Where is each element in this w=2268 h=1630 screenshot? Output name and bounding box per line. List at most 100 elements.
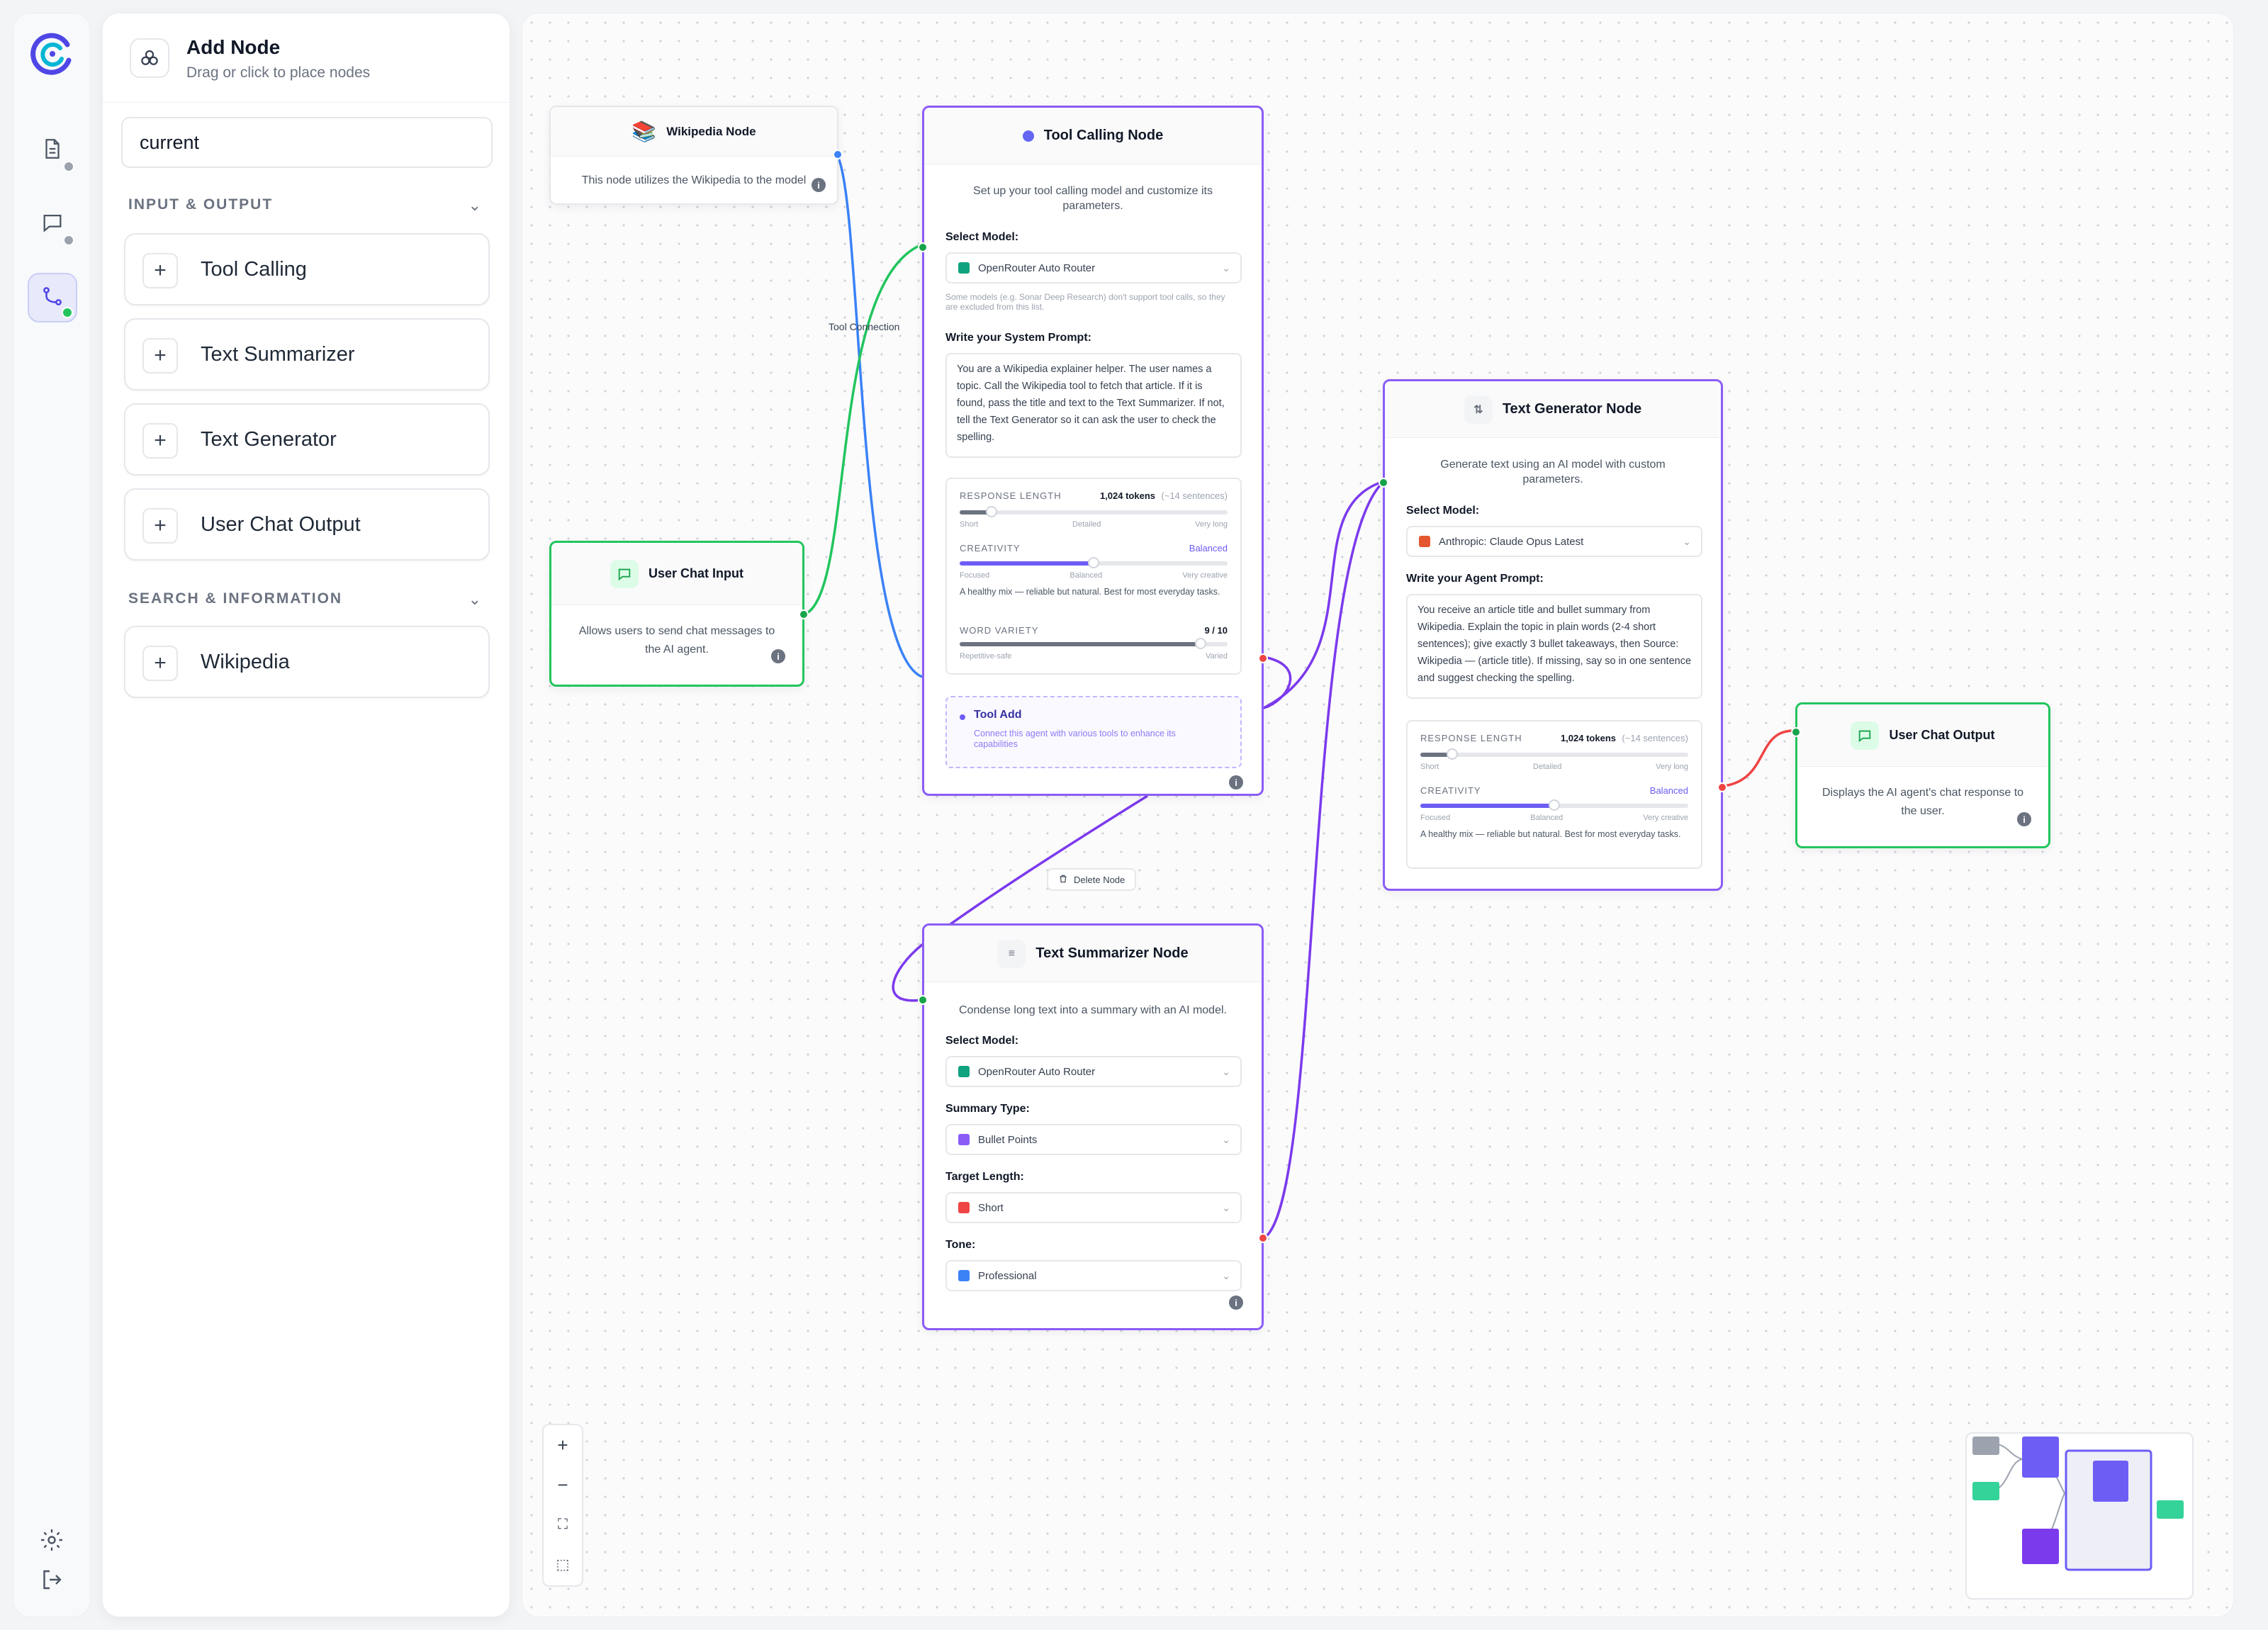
delete-node-button[interactable]: Delete Node: [1047, 868, 1137, 891]
info-icon[interactable]: i: [771, 649, 785, 663]
chat-icon: [610, 559, 639, 588]
plus-icon: +: [142, 508, 178, 544]
slider-ticks: Short Detailed Very long: [960, 520, 1228, 529]
input-handle[interactable]: [1791, 727, 1801, 737]
status-dot: [63, 235, 74, 246]
node-header: User Chat Input: [551, 543, 802, 605]
slider-label: RESPONSE LENGTH: [960, 490, 1062, 501]
node-header: 📚 Wikipedia Node: [551, 107, 837, 157]
gear-icon[interactable]: [39, 1527, 64, 1556]
tone-select[interactable]: Professional ⌄: [945, 1260, 1242, 1291]
tool-add-dropzone[interactable]: Tool Add Connect this agent with various…: [945, 696, 1242, 768]
target-length-select[interactable]: Short ⌄: [945, 1192, 1242, 1223]
add-wikipedia-button[interactable]: + Wikipedia: [124, 626, 490, 698]
output-handle[interactable]: [833, 150, 843, 159]
add-user-chat-output-button[interactable]: + User Chat Output: [124, 488, 490, 561]
workflow-button[interactable]: [28, 273, 77, 322]
word-variety-slider[interactable]: [960, 638, 1228, 649]
add-text-summarizer-button[interactable]: + Text Summarizer: [124, 318, 490, 390]
node-header: ≡ Text Summarizer Node: [924, 926, 1262, 982]
slider-help: A healthy mix — reliable but natural. Be…: [1420, 829, 1681, 839]
add-text-generator-button[interactable]: + Text Generator: [124, 403, 490, 476]
creativity-slider[interactable]: [960, 557, 1228, 568]
dot-icon: [960, 714, 965, 720]
input-handle[interactable]: [918, 242, 928, 252]
slider-hint: (~14 sentences): [1161, 490, 1228, 501]
slider-knob[interactable]: [1195, 638, 1207, 649]
zoom-out-button[interactable]: −: [544, 1465, 582, 1505]
node-description: Displays the AI agent's chat response to…: [1821, 787, 2024, 818]
plus-icon: +: [142, 338, 178, 373]
node-title: Text Summarizer Node: [1035, 945, 1189, 961]
tool-calling-node[interactable]: Tool Calling Node Set up your tool calli…: [918, 106, 1268, 796]
openrouter-icon: [958, 1066, 970, 1077]
output-handle[interactable]: [799, 609, 809, 619]
chevron-down-icon: ⌄: [1222, 1201, 1230, 1213]
chat-button[interactable]: [28, 199, 77, 249]
zoom-in-button[interactable]: +: [544, 1425, 582, 1465]
response-length-slider[interactable]: [960, 506, 1228, 517]
tick: Balanced: [1530, 814, 1564, 822]
slider-label: CREATIVITY: [1420, 785, 1481, 796]
add-tool-calling-button[interactable]: + Tool Calling: [124, 233, 490, 305]
chevron-down-icon: ⌄: [1683, 535, 1691, 547]
color-swatch: [958, 1202, 970, 1213]
info-icon[interactable]: i: [1229, 1295, 1243, 1310]
summary-type-select[interactable]: Bullet Points ⌄: [945, 1124, 1242, 1155]
logout-icon[interactable]: [39, 1567, 64, 1596]
user-chat-input-node[interactable]: User Chat Input Allows users to send cha…: [549, 541, 809, 687]
model-select[interactable]: Anthropic: Claude Opus Latest ⌄: [1406, 526, 1702, 557]
slider-knob[interactable]: [1447, 748, 1459, 760]
output-handle[interactable]: [1717, 782, 1727, 792]
workflow-canvas[interactable]: Tool Connection 📚 Wikipedia Node This no…: [522, 13, 2234, 1617]
input-handle[interactable]: [1379, 478, 1388, 488]
creativity-slider[interactable]: [1420, 799, 1688, 811]
system-prompt-textarea[interactable]: You are a Wikipedia explainer helper. Th…: [945, 353, 1242, 458]
chat-icon: [40, 210, 64, 238]
node-item-label: Text Summarizer: [201, 343, 355, 366]
output-handle[interactable]: [1258, 653, 1268, 663]
wikipedia-node[interactable]: 📚 Wikipedia Node This node utilizes the …: [549, 106, 843, 205]
lock-button[interactable]: ⬚: [544, 1544, 582, 1584]
slider-ticks: Focused Balanced Very creative: [1420, 814, 1688, 822]
search-input[interactable]: [121, 117, 493, 168]
minimap[interactable]: [1965, 1432, 2194, 1600]
slider-help: A healthy mix — reliable but natural. Be…: [960, 587, 1220, 597]
user-chat-output-node[interactable]: User Chat Output Displays the AI agent's…: [1791, 702, 2050, 848]
color-swatch: [958, 1134, 970, 1145]
slider-knob[interactable]: [986, 506, 998, 517]
tick: Focused: [960, 571, 990, 580]
parameters-box: RESPONSE LENGTH (~14 sentences) 1,024 to…: [945, 478, 1242, 675]
documents-button[interactable]: [28, 125, 77, 175]
model-select[interactable]: OpenRouter Auto Router ⌄: [945, 1056, 1242, 1087]
delete-node-label: Delete Node: [1074, 874, 1125, 885]
chevron-down-icon[interactable]: ⌄: [468, 590, 481, 609]
node-description: Set up your tool calling model and custo…: [973, 185, 1213, 212]
model-select[interactable]: OpenRouter Auto Router ⌄: [945, 252, 1242, 283]
info-icon[interactable]: i: [812, 178, 826, 192]
tick: Focused: [1420, 814, 1451, 822]
info-icon[interactable]: i: [1229, 775, 1243, 789]
tool-add-desc: Connect this agent with various tools to…: [974, 729, 1176, 749]
response-length-slider[interactable]: [1420, 748, 1688, 760]
agent-prompt-textarea[interactable]: You receive an article title and bullet …: [1406, 594, 1702, 699]
input-handle[interactable]: [918, 995, 928, 1005]
chat-icon: [1851, 721, 1880, 750]
workflow-icon: [40, 284, 64, 312]
info-icon[interactable]: i: [2017, 812, 2031, 826]
plus-icon: +: [142, 253, 178, 288]
text-generator-node[interactable]: ⇅ Text Generator Node Generate text usin…: [1379, 379, 1727, 891]
field-label: Summary Type:: [945, 1103, 1030, 1115]
slider-knob[interactable]: [1549, 799, 1560, 811]
chevron-down-icon[interactable]: ⌄: [468, 196, 481, 215]
slider-value: Balanced: [1649, 785, 1688, 796]
chevron-down-icon: ⌄: [1222, 1269, 1230, 1281]
tick: Very creative: [1182, 571, 1228, 580]
output-handle[interactable]: [1258, 1233, 1268, 1243]
node-title: Wikipedia Node: [666, 124, 756, 138]
fit-view-button[interactable]: ⛶: [544, 1505, 582, 1544]
text-summarizer-node[interactable]: ≡ Text Summarizer Node Condense long tex…: [918, 923, 1268, 1330]
app-logo[interactable]: [28, 29, 77, 79]
chevron-down-icon: ⌄: [1222, 1065, 1230, 1077]
slider-knob[interactable]: [1088, 557, 1099, 568]
